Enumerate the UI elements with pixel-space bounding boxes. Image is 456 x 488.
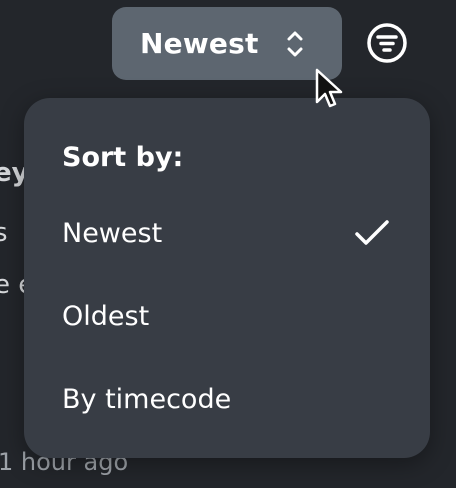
sort-select-value: Newest <box>140 27 259 60</box>
menu-header: Sort by: <box>62 142 184 173</box>
sort-select-button[interactable]: Newest <box>112 7 342 80</box>
comments-panel: ey s e e 1 hour ago Newest Sort by: Newe… <box>0 0 456 488</box>
menu-item-by-timecode[interactable]: By timecode <box>24 369 430 429</box>
menu-item-newest[interactable]: Newest <box>24 203 430 263</box>
comment-text-fragment: s <box>0 218 8 248</box>
menu-item-label: By timecode <box>62 383 232 415</box>
menu-item-label: Oldest <box>62 300 150 332</box>
menu-item-label: Newest <box>62 217 163 249</box>
menu-item-oldest[interactable]: Oldest <box>24 286 430 346</box>
filter-icon[interactable] <box>366 22 408 64</box>
checkmark-icon <box>355 220 389 245</box>
sort-dropdown-menu: Sort by: Newest Oldest By timecode <box>24 98 430 458</box>
chevron-up-down-icon <box>287 31 303 57</box>
